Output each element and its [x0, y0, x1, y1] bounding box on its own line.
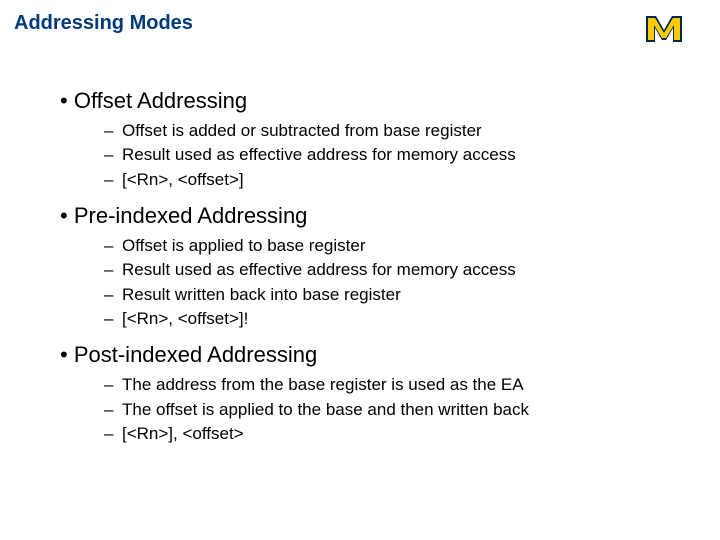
- list-item: –Result used as effective address for me…: [104, 259, 690, 281]
- list-item-text: [<Rn>, <offset>]!: [122, 309, 248, 328]
- list-item-text: [<Rn>], <offset>: [122, 424, 244, 443]
- list-item: –The address from the base register is u…: [104, 374, 690, 396]
- section-heading: Offset Addressing: [60, 86, 690, 116]
- section-postindexed: Post-indexed Addressing –The address fro…: [60, 340, 690, 445]
- list-item-text: Offset is added or subtracted from base …: [122, 121, 482, 140]
- list-item: –Result used as effective address for me…: [104, 144, 690, 166]
- list-item: –[<Rn>, <offset>]: [104, 169, 690, 191]
- section-heading: Pre-indexed Addressing: [60, 201, 690, 231]
- list-item-text: The address from the base register is us…: [122, 375, 524, 394]
- list-item-text: Offset is applied to base register: [122, 236, 366, 255]
- list-item: –[<Rn>], <offset>: [104, 423, 690, 445]
- section-heading: Post-indexed Addressing: [60, 340, 690, 370]
- list-item-text: Result written back into base register: [122, 285, 401, 304]
- slide-title: Addressing Modes: [14, 12, 193, 35]
- list-item-text: Result used as effective address for mem…: [122, 145, 516, 164]
- list-item: –Offset is added or subtracted from base…: [104, 120, 690, 142]
- list-item-text: [<Rn>, <offset>]: [122, 170, 244, 189]
- list-item-text: Result used as effective address for mem…: [122, 260, 516, 279]
- list-item-text: The offset is applied to the base and th…: [122, 400, 529, 419]
- section-preindexed: Pre-indexed Addressing –Offset is applie…: [60, 201, 690, 330]
- list-item: –Offset is applied to base register: [104, 235, 690, 257]
- section-offset: Offset Addressing –Offset is added or su…: [60, 86, 690, 191]
- slide: Addressing Modes Offset Addressing –Offs…: [0, 0, 720, 540]
- list-item: –The offset is applied to the base and t…: [104, 399, 690, 421]
- university-logo-icon: [642, 6, 702, 46]
- list-item: –[<Rn>, <offset>]!: [104, 308, 690, 330]
- content-area: Offset Addressing –Offset is added or su…: [60, 80, 690, 455]
- list-item: –Result written back into base register: [104, 284, 690, 306]
